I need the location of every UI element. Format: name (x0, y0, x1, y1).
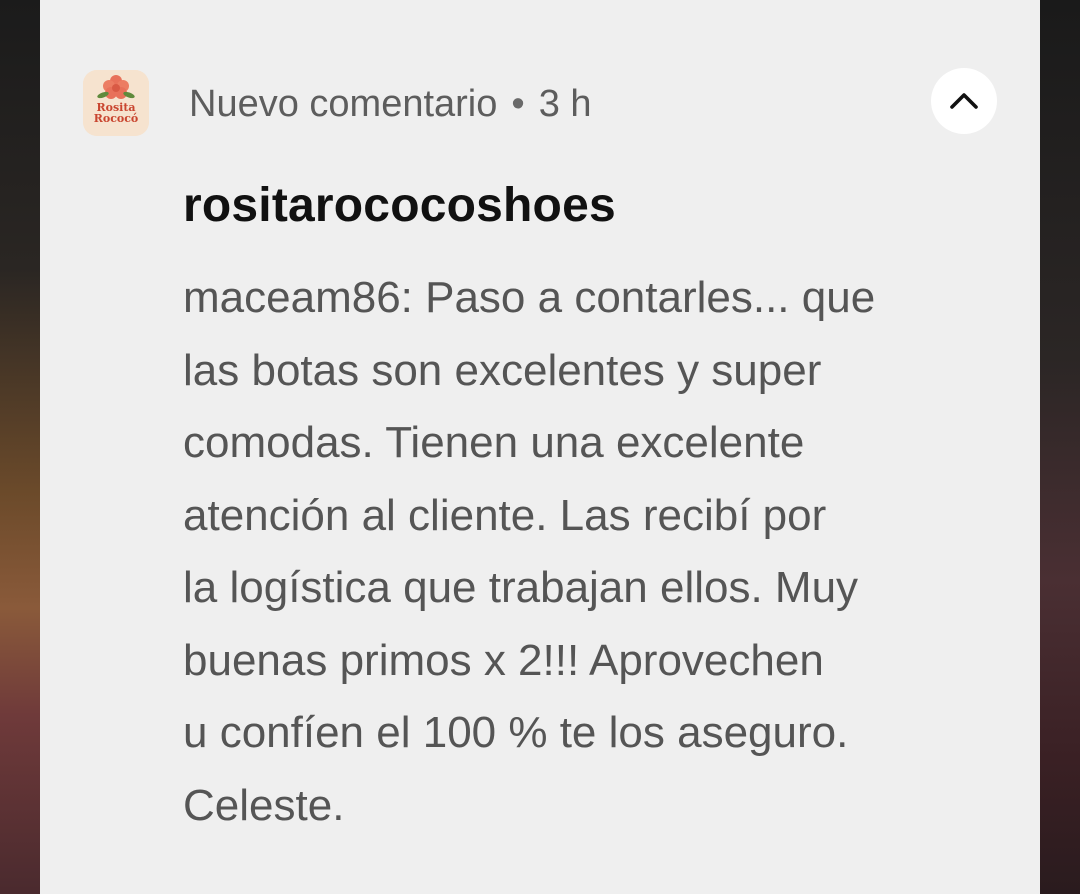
body-line: atención al cliente. Las recibí por (183, 490, 827, 540)
notification-title: rositarococoshoes (183, 179, 616, 232)
body-line: comodas. Tienen una excelente (183, 418, 805, 467)
body-line: la logística que trabajan ellos. Muy (183, 563, 859, 612)
notification-header: Nuevo comentario • 3 h (189, 80, 592, 128)
body-line: u confíen el 100 % te los aseguro. (183, 708, 849, 757)
notification-card[interactable]: Rosita Rococó Nuevo comentario • 3 h rosit… (40, 0, 1040, 894)
rosita-rococo-logo-icon: Rosita Rococó (83, 70, 149, 136)
body-line: las botas son excelentes y super (183, 345, 822, 395)
notification-time: 3 h (538, 83, 592, 125)
body-line: buenas primos x 2!!! Aprovechen (183, 635, 824, 685)
body-line: Celeste. (183, 780, 345, 830)
chevron-up-icon (950, 93, 978, 109)
app-icon: Rosita Rococó (83, 70, 149, 136)
separator-dot: • (511, 83, 525, 125)
collapse-button[interactable] (931, 68, 997, 134)
logo-text-line2: Rococó (94, 112, 139, 125)
notification-type-label: Nuevo comentario (189, 83, 498, 125)
body-line: maceam86: Paso a contarles... que (183, 273, 876, 322)
notification-body: maceam86: Paso a contarles... que las bo… (183, 262, 1003, 842)
background-edge (1040, 0, 1080, 894)
